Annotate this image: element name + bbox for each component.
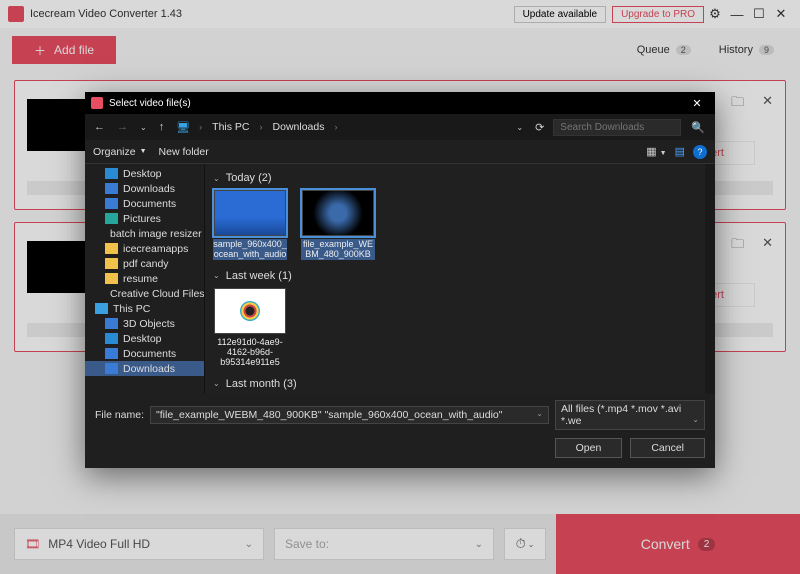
tree-node[interactable]: Desktop <box>85 166 204 181</box>
tree-label: icecreamapps <box>123 243 188 255</box>
nav-forward-icon[interactable]: → <box>114 121 131 133</box>
search-input[interactable] <box>553 119 681 136</box>
tree-label: Documents <box>123 348 176 360</box>
refresh-icon[interactable]: ⟳ <box>532 121 547 134</box>
chevron-down-icon: ⌄ <box>692 415 699 424</box>
tree-node[interactable]: resume <box>85 271 204 286</box>
filename-label: File name: <box>95 409 144 421</box>
dialog-toolbar: Organize ▼ New folder ▦ ▼ ▤ ? <box>85 140 715 164</box>
tree-node[interactable]: Pictures <box>85 211 204 226</box>
dialog-nav: ← → ⌄ ↑ 🖥 › This PC › Downloads › ⌄ ⟳ 🔍 <box>85 114 715 140</box>
help-icon[interactable]: ? <box>693 145 707 159</box>
folder-icon <box>105 258 118 269</box>
thumbnail-image <box>302 190 374 236</box>
scrollbar[interactable] <box>705 164 715 394</box>
file-type-filter[interactable]: All files (*.mp4 *.mov *.avi *.we ⌄ <box>555 400 705 430</box>
group-header-today[interactable]: ⌄Today (2) <box>213 168 697 190</box>
tree-node[interactable]: Downloads <box>85 181 204 196</box>
file-thumbnail[interactable]: file_example_WEBM_480_900KB <box>301 190 375 260</box>
group-header-lastmonth[interactable]: ⌄Last month (3) <box>213 374 697 394</box>
tree-label: Downloads <box>123 183 175 195</box>
tree-label: 3D Objects <box>123 318 175 330</box>
collapse-icon: ⌄ <box>213 379 220 388</box>
thumbnail-image <box>214 190 286 236</box>
tree-node[interactable]: This PC <box>85 301 204 316</box>
tree-node[interactable]: Creative Cloud Files Pe <box>85 286 204 301</box>
tree-label: batch image resizer <box>110 228 202 240</box>
crumb-sep-icon: › <box>260 122 263 132</box>
modal-overlay: Select video file(s) ✕ ← → ⌄ ↑ 🖥 › This … <box>0 0 800 574</box>
folder-icon <box>105 273 118 284</box>
dialog-footer: File name: "file_example_WEBM_480_900KB"… <box>85 394 715 468</box>
nav-up-icon[interactable]: ↑ <box>156 121 168 133</box>
file-thumbnail[interactable]: 112e91d0-4ae9-4162-b96d-b95314e911e5 <box>213 288 287 368</box>
file-name: file_example_WEBM_480_900KB <box>301 239 375 260</box>
folder-icon <box>105 363 118 374</box>
breadcrumb-segment[interactable]: Downloads <box>269 121 329 133</box>
file-thumbnail[interactable]: sample_960x400_ocean_with_audio <box>213 190 287 260</box>
tree-node[interactable]: icecreamapps <box>85 241 204 256</box>
file-dialog: Select video file(s) ✕ ← → ⌄ ↑ 🖥 › This … <box>85 92 715 468</box>
organize-menu[interactable]: Organize ▼ <box>93 146 147 158</box>
tree-label: Creative Cloud Files Pe <box>110 288 205 300</box>
folder-icon <box>105 183 118 194</box>
new-folder-button[interactable]: New folder <box>159 146 209 158</box>
search-icon[interactable]: 🔍 <box>687 121 709 134</box>
tree-label: Pictures <box>123 213 161 225</box>
view-mode-icon[interactable]: ▦ ▼ <box>646 145 666 158</box>
nav-chevron-down-icon[interactable]: ⌄ <box>137 123 150 132</box>
nav-back-icon[interactable]: ← <box>91 121 108 133</box>
folder-icon <box>105 213 118 224</box>
folder-icon <box>105 333 118 344</box>
chevron-down-icon: ⌄ <box>536 409 543 418</box>
filename-input[interactable]: "file_example_WEBM_480_900KB" "sample_96… <box>150 406 549 424</box>
tree-node[interactable]: Downloads <box>85 361 204 376</box>
tree-label: pdf candy <box>123 258 169 270</box>
crumb-sep-icon: › <box>334 122 337 132</box>
tree-node[interactable]: Documents <box>85 346 204 361</box>
folder-tree[interactable]: Desktop Downloads Documents Pictures batch i… <box>85 164 205 394</box>
tree-node[interactable]: Documents <box>85 196 204 211</box>
thumbnail-image <box>214 288 286 334</box>
tree-node[interactable]: 3D Objects <box>85 316 204 331</box>
tree-label: Downloads <box>123 363 175 375</box>
dialog-title: Select video file(s) <box>109 98 685 109</box>
collapse-icon: ⌄ <box>213 174 220 183</box>
folder-icon <box>95 303 108 314</box>
tree-node[interactable]: pdf candy <box>85 256 204 271</box>
tree-label: Documents <box>123 198 176 210</box>
file-name: 112e91d0-4ae9-4162-b96d-b95314e911e5 <box>213 337 287 368</box>
crumb-sep-icon: › <box>199 122 202 132</box>
collapse-icon: ⌄ <box>213 271 220 280</box>
tree-label: Desktop <box>123 333 162 345</box>
dialog-close-icon[interactable]: ✕ <box>685 97 709 110</box>
pc-icon: 🖥 <box>173 121 193 134</box>
file-list: ⌄Today (2) sample_960x400_ocean_with_aud… <box>205 164 705 394</box>
file-name: sample_960x400_ocean_with_audio <box>213 239 287 260</box>
open-button[interactable]: Open <box>555 438 623 458</box>
folder-icon <box>105 348 118 359</box>
group-header-lastweek[interactable]: ⌄Last week (1) <box>213 266 697 288</box>
folder-icon <box>105 243 118 254</box>
chevron-down-icon: ▼ <box>140 148 147 155</box>
dialog-logo-icon <box>91 97 103 109</box>
tree-label: This PC <box>113 303 150 315</box>
folder-icon <box>105 318 118 329</box>
tree-node[interactable]: Desktop <box>85 331 204 346</box>
folder-icon <box>105 168 118 179</box>
breadcrumb-segment[interactable]: This PC <box>208 121 253 133</box>
preview-pane-icon[interactable]: ▤ <box>675 145 685 158</box>
dialog-titlebar: Select video file(s) ✕ <box>85 92 715 114</box>
nav-dropdown-icon[interactable]: ⌄ <box>513 123 526 132</box>
cancel-button[interactable]: Cancel <box>630 438 705 458</box>
tree-label: resume <box>123 273 158 285</box>
tree-node[interactable]: batch image resizer <box>85 226 204 241</box>
tree-label: Desktop <box>123 168 162 180</box>
folder-icon <box>105 198 118 209</box>
